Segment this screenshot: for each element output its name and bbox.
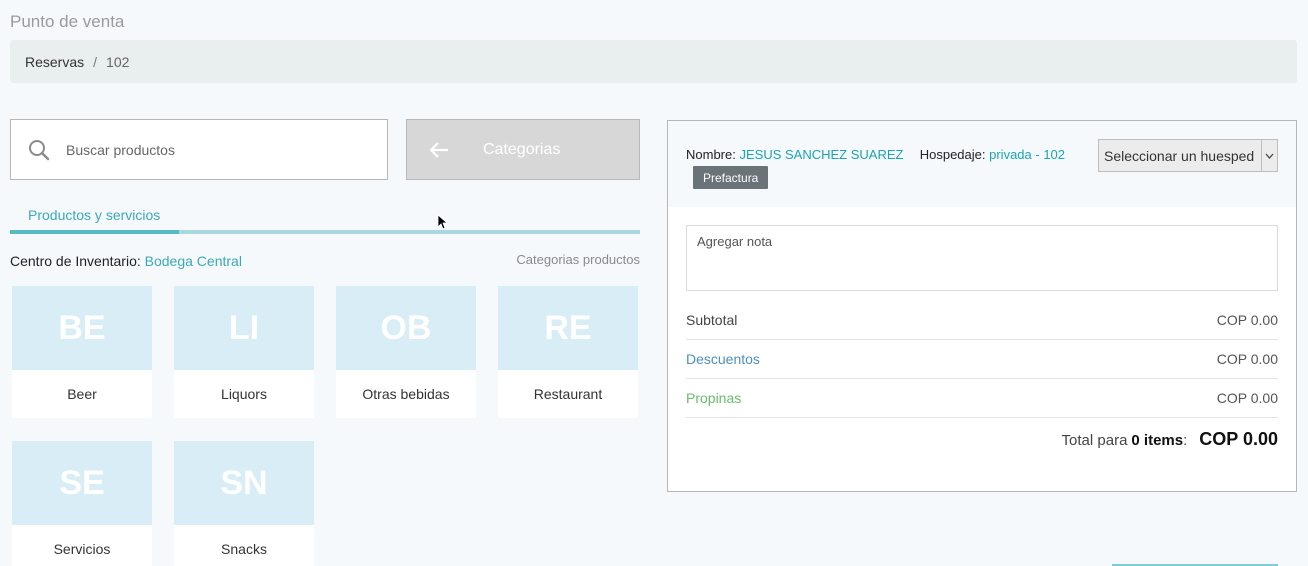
search-box[interactable] — [10, 119, 388, 180]
breadcrumb-reservas-link[interactable]: Reservas — [25, 54, 84, 70]
prefactura-button[interactable]: Prefactura — [693, 166, 769, 189]
category-tile-liquors[interactable]: LI Liquors — [174, 286, 314, 418]
category-name: Snacks — [221, 541, 267, 557]
product-categories-link[interactable]: Categorias productos — [516, 252, 640, 267]
breadcrumb-separator: / — [93, 53, 98, 70]
total-colon: : — [1183, 432, 1188, 449]
discounts-link[interactable]: Descuentos — [686, 351, 760, 367]
category-tile-otras-bebidas[interactable]: OB Otras bebidas — [336, 286, 476, 418]
subtotal-value: COP 0.00 — [1216, 311, 1278, 328]
total-value: COP 0.00 — [1199, 429, 1278, 449]
discounts-row: Descuentos COP 0.00 — [686, 339, 1278, 379]
category-abbr: OB — [336, 286, 476, 370]
guest-name-label: Nombre: — [686, 147, 736, 162]
guest-select-value: Seleccionar un huesped — [1104, 147, 1255, 164]
guest-info: Nombre: JESUS SANCHEZ SUAREZ Hospedaje: … — [686, 147, 1065, 162]
category-abbr: SE — [12, 441, 152, 525]
category-tile-beer[interactable]: BE Beer — [12, 286, 152, 418]
category-abbr: RE — [498, 286, 638, 370]
tips-link[interactable]: Propinas — [686, 390, 741, 406]
subtotal-row: Subtotal COP 0.00 — [686, 300, 1278, 340]
total-items: 0 items — [1131, 432, 1184, 449]
guest-select[interactable]: Seleccionar un huesped — [1098, 139, 1278, 172]
categories-button[interactable]: Categorias — [406, 119, 640, 180]
tab-productos-servicios[interactable]: Productos y servicios — [28, 207, 160, 223]
inventory-label: Centro de Inventario: — [10, 253, 141, 269]
stay-label: Hospedaje: — [919, 147, 986, 162]
note-textarea[interactable] — [686, 225, 1278, 291]
search-icon — [29, 139, 50, 160]
search-input[interactable] — [66, 141, 346, 158]
category-name: Otras bebidas — [362, 386, 450, 402]
category-tile-snacks[interactable]: SN Snacks — [174, 441, 314, 566]
inventory-link[interactable]: Bodega Central — [145, 253, 242, 269]
tab-active-indicator — [10, 230, 179, 234]
category-tile-servicios[interactable]: SE Servicios — [12, 441, 152, 566]
breadcrumb: Reservas / 102 — [10, 40, 1297, 83]
categories-button-label: Categorias — [483, 140, 561, 158]
category-name: Restaurant — [533, 386, 603, 402]
category-name: Servicios — [53, 541, 111, 557]
subtotal-label: Subtotal — [686, 311, 738, 328]
category-tile-restaurant[interactable]: RE Restaurant — [498, 286, 638, 418]
chevron-down-icon — [1261, 140, 1277, 171]
arrow-left-icon — [429, 141, 448, 158]
inventory-center: Centro de Inventario: Bodega Central — [10, 253, 242, 269]
tips-value: COP 0.00 — [1216, 389, 1278, 406]
order-header: Nombre: JESUS SANCHEZ SUAREZ Hospedaje: … — [668, 121, 1296, 207]
discounts-value: COP 0.00 — [1216, 350, 1278, 367]
category-name: Beer — [67, 386, 97, 402]
category-abbr: BE — [12, 286, 152, 370]
breadcrumb-current: 102 — [106, 53, 130, 70]
tips-row: Propinas COP 0.00 — [686, 378, 1278, 418]
order-panel: Nombre: JESUS SANCHEZ SUAREZ Hospedaje: … — [667, 120, 1297, 492]
category-abbr: SN — [174, 441, 314, 525]
category-name: Liquors — [221, 386, 267, 402]
category-abbr: LI — [174, 286, 314, 370]
mouse-cursor-icon — [437, 214, 449, 230]
guest-name-value: JESUS SANCHEZ SUAREZ — [739, 147, 904, 162]
stay-value: privada - 102 — [989, 147, 1066, 162]
total-prefix: Total para — [1061, 432, 1128, 449]
page-title: Punto de venta — [10, 12, 125, 31]
order-total: Total para 0 items: COP 0.00 — [1062, 429, 1278, 450]
